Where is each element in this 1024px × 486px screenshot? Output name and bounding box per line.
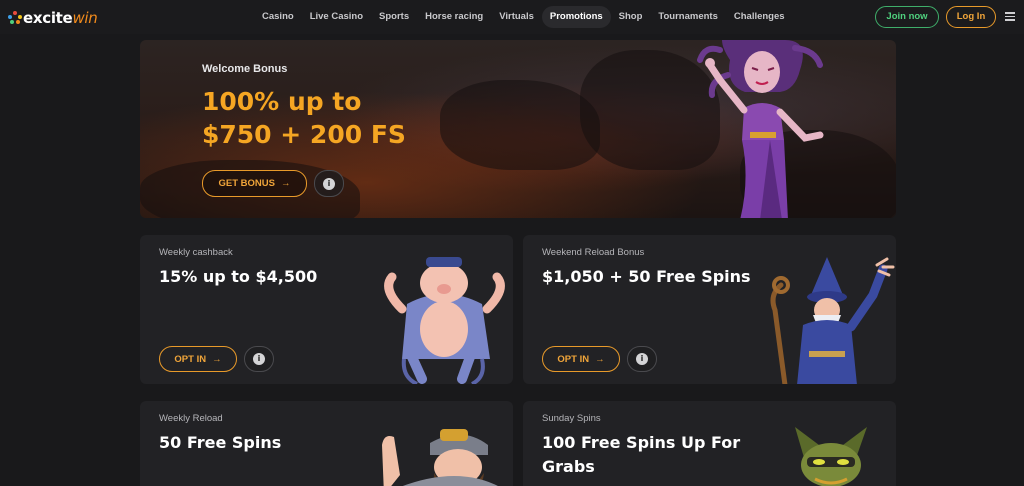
- promo-card-sunday-spins: Sunday Spins 100 Free Spins Up For Grabs: [523, 401, 896, 486]
- opt-in-button[interactable]: OPT IN →: [542, 346, 620, 372]
- nav-item-horse-racing[interactable]: Horse racing: [417, 6, 491, 28]
- main-nav: Casino Live Casino Sports Horse racing V…: [254, 6, 793, 28]
- nav-item-tournaments[interactable]: Tournaments: [650, 6, 725, 28]
- log-in-button[interactable]: Log In: [946, 6, 996, 28]
- opt-in-label: OPT IN: [557, 353, 590, 365]
- opt-in-label: OPT IN: [174, 353, 207, 365]
- card-subtitle: Weekly Reload: [159, 413, 223, 424]
- get-bonus-button[interactable]: GET BONUS →: [202, 170, 307, 197]
- hero-info-button[interactable]: i: [314, 170, 344, 197]
- sorceress-character-illustration: [697, 40, 824, 218]
- hero-subtitle: Welcome Bonus: [202, 63, 288, 75]
- arrow-right-icon: →: [280, 178, 291, 189]
- arrow-right-icon: →: [595, 353, 605, 365]
- card-title: 50 Free Spins: [159, 433, 282, 452]
- card-subtitle: Sunday Spins: [542, 413, 601, 424]
- card-title: $1,050 + 50 Free Spins: [542, 267, 751, 286]
- join-now-button[interactable]: Join now: [875, 6, 939, 28]
- card-subtitle: Weekend Reload Bonus: [542, 247, 645, 258]
- nav-item-promotions[interactable]: Promotions: [541, 6, 611, 28]
- logo-text: excitewin: [23, 9, 98, 27]
- nav-item-sports[interactable]: Sports: [371, 6, 417, 28]
- card-title: 100 Free Spins Up For Grabs: [542, 433, 741, 476]
- get-bonus-label: GET BONUS: [218, 178, 275, 189]
- nav-item-shop[interactable]: Shop: [611, 6, 651, 28]
- hero-title-line-2: $750 + 200 FS: [202, 120, 406, 149]
- pig-character-illustration: [384, 257, 505, 384]
- hero-title: 100% up to $750 + 200 FS: [202, 85, 462, 151]
- logo-mark-icon: [8, 11, 22, 25]
- arrow-right-icon: →: [212, 353, 222, 365]
- promo-card-weekend-reload-bonus: Weekend Reload Bonus $1,050 + 50 Free Sp…: [523, 235, 896, 384]
- promo-card-weekly-cashback: Weekly cashback 15% up to $4,500 OPT IN …: [140, 235, 513, 384]
- top-header: excitewin Casino Live Casino Sports Hors…: [0, 0, 1024, 34]
- card-title: 15% up to $4,500: [159, 267, 318, 286]
- opt-in-button[interactable]: OPT IN →: [159, 346, 237, 372]
- info-icon: i: [636, 353, 648, 365]
- hero-title-line-1: 100% up to: [202, 87, 362, 116]
- viking-character-illustration: [382, 429, 498, 486]
- nav-item-casino[interactable]: Casino: [254, 6, 302, 28]
- nav-item-challenges[interactable]: Challenges: [726, 6, 793, 28]
- card-info-button[interactable]: i: [244, 346, 274, 372]
- info-icon: i: [323, 177, 335, 190]
- nav-item-virtuals[interactable]: Virtuals: [491, 6, 542, 28]
- card-subtitle: Weekly cashback: [159, 247, 233, 258]
- info-icon: i: [253, 353, 265, 365]
- cat-character-illustration: [795, 427, 867, 486]
- brand-logo[interactable]: excitewin: [8, 8, 98, 28]
- promo-card-weekly-reload: Weekly Reload 50 Free Spins: [140, 401, 513, 486]
- menu-icon[interactable]: [1005, 10, 1017, 24]
- wizard-character-illustration: [770, 257, 895, 384]
- card-info-button[interactable]: i: [627, 346, 657, 372]
- nav-item-live-casino[interactable]: Live Casino: [302, 6, 371, 28]
- welcome-bonus-banner: Welcome Bonus 100% up to $750 + 200 FS G…: [140, 40, 896, 218]
